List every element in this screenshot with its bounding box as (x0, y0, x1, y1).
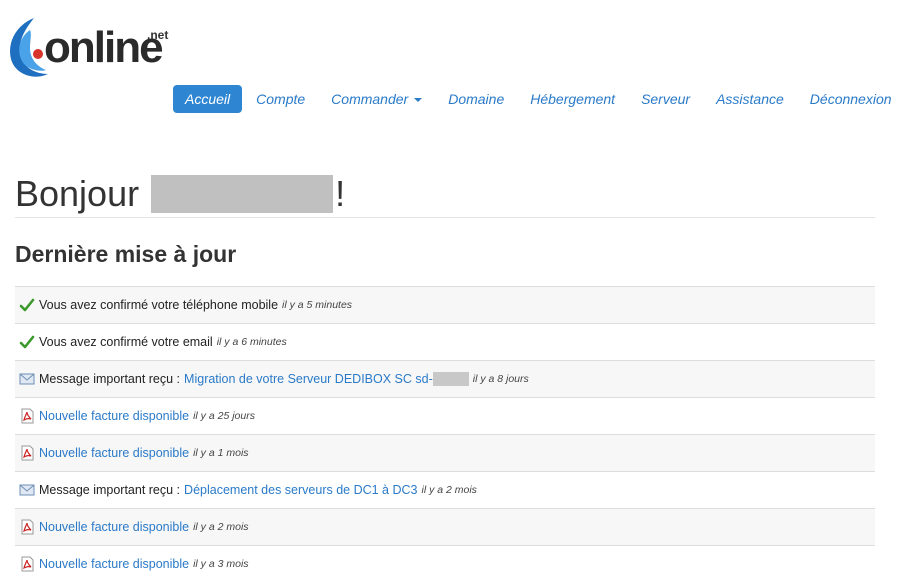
activity-time: il y a 3 mois (193, 558, 249, 570)
list-item: Message important reçu : Déplacement des… (15, 471, 875, 508)
greeting-prefix: Bonjour (15, 173, 140, 214)
logo-suffix: .net (147, 28, 169, 42)
section-title: Dernière mise à jour (15, 241, 237, 267)
activity-time: il y a 2 mois (421, 484, 477, 496)
activity-time: il y a 8 jours (472, 373, 529, 385)
activity-text: Message important reçu : (39, 483, 181, 497)
invoice-link[interactable]: Nouvelle facture disponible (39, 446, 189, 460)
activity-time: il y a 25 jours (193, 410, 255, 422)
pdf-icon (21, 445, 34, 461)
list-item: Message important reçu : Migration de vo… (15, 360, 875, 397)
nav-commander-label: Commander (331, 91, 409, 107)
activity-time: il y a 1 mois (193, 447, 249, 459)
invoice-link[interactable]: Nouvelle facture disponible (39, 520, 189, 534)
list-item: Nouvelle facture disponible il y a 2 moi… (15, 508, 875, 545)
title-divider (15, 217, 875, 218)
nav-deconnexion[interactable]: Déconnexion (798, 85, 904, 113)
activity-text: Vous avez confirmé votre téléphone mobil… (39, 298, 279, 312)
nav-commander[interactable]: Commander (319, 85, 434, 113)
redacted-username (151, 175, 334, 213)
activity-link-label: Migration de votre Serveur DEDIBOX SC sd… (184, 371, 433, 386)
caret-down-icon (414, 98, 423, 103)
logo-text: online (44, 23, 164, 72)
nav-compte[interactable]: Compte (244, 85, 317, 113)
nav-hebergement[interactable]: Hébergement (518, 85, 627, 113)
check-icon (19, 335, 35, 349)
nav-serveur[interactable]: Serveur (629, 85, 702, 113)
mail-icon (19, 484, 35, 496)
list-item: Nouvelle facture disponible il y a 25 jo… (15, 397, 875, 434)
main-nav: Accueil Compte Commander Domaine Héberge… (173, 84, 906, 114)
check-icon (19, 298, 35, 312)
list-item: Vous avez confirmé votre email il y a 6 … (15, 323, 875, 360)
redacted-server-id (432, 372, 469, 387)
page-title: Bonjour ! (15, 172, 875, 216)
activity-link[interactable]: Déplacement des serveurs de DC1 à DC3 (184, 483, 417, 497)
list-item: Nouvelle facture disponible il y a 3 moi… (15, 545, 875, 582)
activity-text: Vous avez confirmé votre email (39, 335, 213, 349)
greeting-suffix: ! (335, 173, 346, 214)
invoice-link[interactable]: Nouvelle facture disponible (39, 557, 189, 571)
pdf-icon (21, 519, 34, 535)
list-item: Vous avez confirmé votre téléphone mobil… (15, 286, 875, 323)
activity-time: il y a 5 minutes (282, 299, 353, 311)
nav-accueil[interactable]: Accueil (173, 85, 243, 113)
activity-time: il y a 2 mois (193, 521, 249, 533)
pdf-icon (21, 556, 34, 572)
activity-list: Vous avez confirmé votre téléphone mobil… (15, 286, 875, 582)
nav-assistance[interactable]: Assistance (704, 85, 796, 113)
pdf-icon (21, 408, 34, 424)
activity-time: il y a 6 minutes (216, 336, 287, 348)
logo[interactable]: online .net (4, 16, 174, 80)
activity-link[interactable]: Migration de votre Serveur DEDIBOX SC sd… (184, 372, 469, 387)
nav-domaine[interactable]: Domaine (436, 85, 516, 113)
activity-text: Message important reçu : (39, 372, 181, 386)
greeting: Bonjour ! (15, 172, 875, 216)
list-item: Nouvelle facture disponible il y a 1 moi… (15, 434, 875, 471)
mail-icon (19, 373, 35, 385)
invoice-link[interactable]: Nouvelle facture disponible (39, 409, 189, 423)
